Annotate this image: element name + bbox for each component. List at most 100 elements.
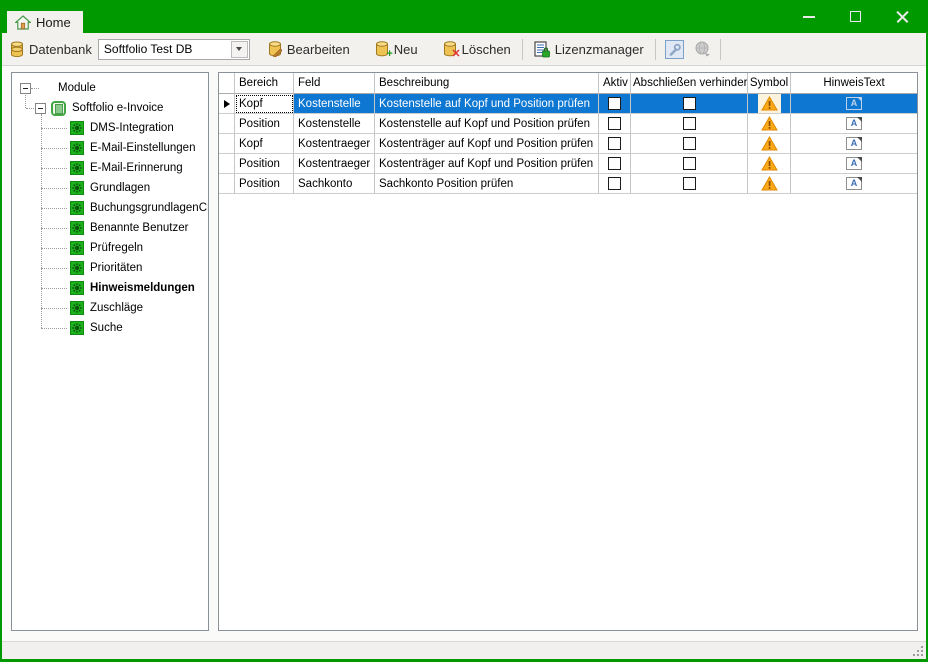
toolbar-separator [655, 39, 656, 60]
database-combo[interactable]: Softfolio Test DB [98, 39, 250, 60]
column-header-aktiv[interactable]: Aktiv [599, 73, 631, 94]
abschliessen-verhindern-checkbox[interactable] [683, 177, 696, 190]
maximize-icon [850, 11, 861, 22]
column-header-abschliessen-verhindern[interactable]: Abschließen verhindern [631, 73, 748, 94]
resize-grip-icon[interactable] [921, 654, 923, 656]
datenbank-label: Datenbank [29, 42, 92, 57]
database-add-icon: + [375, 41, 389, 57]
row-selector-cell[interactable] [219, 114, 235, 134]
tree-item-dms-integration[interactable]: DMS-Integration [12, 118, 208, 138]
tab-home[interactable]: Home [7, 11, 83, 33]
column-header-feld[interactable]: Feld [294, 73, 375, 94]
maximize-button[interactable] [832, 0, 879, 33]
table-row[interactable]: Position Sachkonto Sachkonto Position pr… [219, 174, 917, 194]
tree-item-label: Module [58, 82, 96, 94]
close-button[interactable] [879, 0, 926, 33]
cell-symbol[interactable] [748, 134, 791, 154]
tree-item-hinweismeldungen[interactable]: Hinweismeldungen [12, 278, 208, 298]
column-header-beschreibung[interactable]: Beschreibung [375, 73, 599, 94]
cell-hinweistext[interactable]: A [791, 154, 917, 174]
cell-feld[interactable]: Kostentraeger [294, 134, 375, 154]
abschliessen-verhindern-checkbox[interactable] [683, 97, 696, 110]
neu-button[interactable]: + Neu [368, 37, 425, 61]
table-row[interactable]: Position Kostenstelle Kostenstelle auf K… [219, 114, 917, 134]
cell-abschliessen-verhindern[interactable] [631, 174, 748, 194]
cell-aktiv[interactable] [599, 154, 631, 174]
row-selector-cell[interactable] [219, 154, 235, 174]
cell-beschreibung[interactable]: Kostenträger auf Kopf und Position prüfe… [375, 134, 599, 154]
aktiv-checkbox[interactable] [608, 177, 621, 190]
hinweistext-icon: A [846, 177, 862, 190]
cell-hinweistext[interactable]: A [791, 174, 917, 194]
column-header-symbol[interactable]: Symbol [748, 73, 791, 94]
minimize-button[interactable] [785, 0, 832, 33]
cell-beschreibung[interactable]: Kostenstelle auf Kopf und Position prüfe… [375, 94, 599, 114]
globe-button[interactable] [689, 37, 716, 61]
cell-hinweistext[interactable]: A [791, 134, 917, 154]
aktiv-checkbox[interactable] [608, 157, 621, 170]
tree-item-label: BuchungsgrundlagenCH [90, 202, 209, 214]
cell-aktiv[interactable] [599, 94, 631, 114]
cell-aktiv[interactable] [599, 114, 631, 134]
abschliessen-verhindern-checkbox[interactable] [683, 117, 696, 130]
tree-item-e-mail-einstellungen[interactable]: E-Mail-Einstellungen [12, 138, 208, 158]
cell-symbol[interactable] [748, 114, 791, 134]
tree-item-benannte-benutzer[interactable]: Benannte Benutzer [12, 218, 208, 238]
table-row[interactable]: Kopf Kostenstelle Kostenstelle auf Kopf … [219, 94, 917, 114]
cell-beschreibung[interactable]: Kostenstelle auf Kopf und Position prüfe… [375, 114, 599, 134]
tree-item-buchungsgrundlagench[interactable]: BuchungsgrundlagenCH [12, 198, 208, 218]
lizenzmanager-button[interactable]: Lizenzmanager [527, 37, 651, 62]
row-selector-cell[interactable] [219, 134, 235, 154]
cell-hinweistext[interactable]: A [791, 114, 917, 134]
row-selector-cell[interactable] [219, 94, 235, 114]
cell-abschliessen-verhindern[interactable] [631, 114, 748, 134]
row-selector-cell[interactable] [219, 174, 235, 194]
tree-item-zuschl-ge[interactable]: Zuschläge [12, 298, 208, 318]
cell-feld[interactable]: Kostenstelle [294, 94, 375, 114]
cell-bereich[interactable]: Position [235, 114, 294, 134]
database-delete-icon: ✕ [443, 41, 457, 57]
tree-item-suche[interactable]: Suche [12, 318, 208, 338]
bearbeiten-button[interactable]: Bearbeiten [261, 37, 357, 61]
collapse-icon[interactable] [35, 103, 46, 114]
cell-hinweistext[interactable]: A [791, 94, 917, 114]
tree-item-softfolio-e-invoice[interactable]: Softfolio e-Invoice [12, 98, 208, 118]
cell-bereich[interactable]: Kopf [235, 134, 294, 154]
table-row[interactable]: Kopf Kostentraeger Kostenträger auf Kopf… [219, 134, 917, 154]
options-button[interactable] [660, 36, 689, 63]
combo-dropdown-button[interactable] [231, 41, 248, 58]
cell-aktiv[interactable] [599, 174, 631, 194]
cell-bereich[interactable]: Position [235, 174, 294, 194]
abschliessen-verhindern-checkbox[interactable] [683, 137, 696, 150]
cell-abschliessen-verhindern[interactable] [631, 94, 748, 114]
loeschen-button[interactable]: ✕ Löschen [436, 37, 518, 61]
cell-symbol[interactable] [748, 94, 791, 114]
tree-item-module[interactable]: Module [12, 78, 208, 98]
column-header-bereich[interactable]: Bereich [235, 73, 294, 94]
cell-feld[interactable]: Kostentraeger [294, 154, 375, 174]
tree-item-pr-fregeln[interactable]: Prüfregeln [12, 238, 208, 258]
aktiv-checkbox[interactable] [608, 117, 621, 130]
row-indicator-icon [224, 100, 230, 108]
aktiv-checkbox[interactable] [608, 97, 621, 110]
cell-beschreibung[interactable]: Sachkonto Position prüfen [375, 174, 599, 194]
tree-item-grundlagen[interactable]: Grundlagen [12, 178, 208, 198]
cell-symbol[interactable] [748, 174, 791, 194]
column-header-hinweistext[interactable]: HinweisText [791, 73, 917, 94]
tree-item-priorit-ten[interactable]: Prioritäten [12, 258, 208, 278]
cell-abschliessen-verhindern[interactable] [631, 154, 748, 174]
cell-bereich[interactable]: Kopf [235, 94, 294, 114]
cell-abschliessen-verhindern[interactable] [631, 134, 748, 154]
cell-symbol[interactable] [748, 154, 791, 174]
collapse-icon[interactable] [20, 83, 31, 94]
x-icon: ✕ [451, 49, 460, 60]
aktiv-checkbox[interactable] [608, 137, 621, 150]
cell-aktiv[interactable] [599, 134, 631, 154]
tree-item-e-mail-erinnerung[interactable]: E-Mail-Erinnerung [12, 158, 208, 178]
table-row[interactable]: Position Kostentraeger Kostenträger auf … [219, 154, 917, 174]
cell-bereich[interactable]: Position [235, 154, 294, 174]
abschliessen-verhindern-checkbox[interactable] [683, 157, 696, 170]
cell-beschreibung[interactable]: Kostenträger auf Kopf und Position prüfe… [375, 154, 599, 174]
cell-feld[interactable]: Sachkonto [294, 174, 375, 194]
cell-feld[interactable]: Kostenstelle [294, 114, 375, 134]
